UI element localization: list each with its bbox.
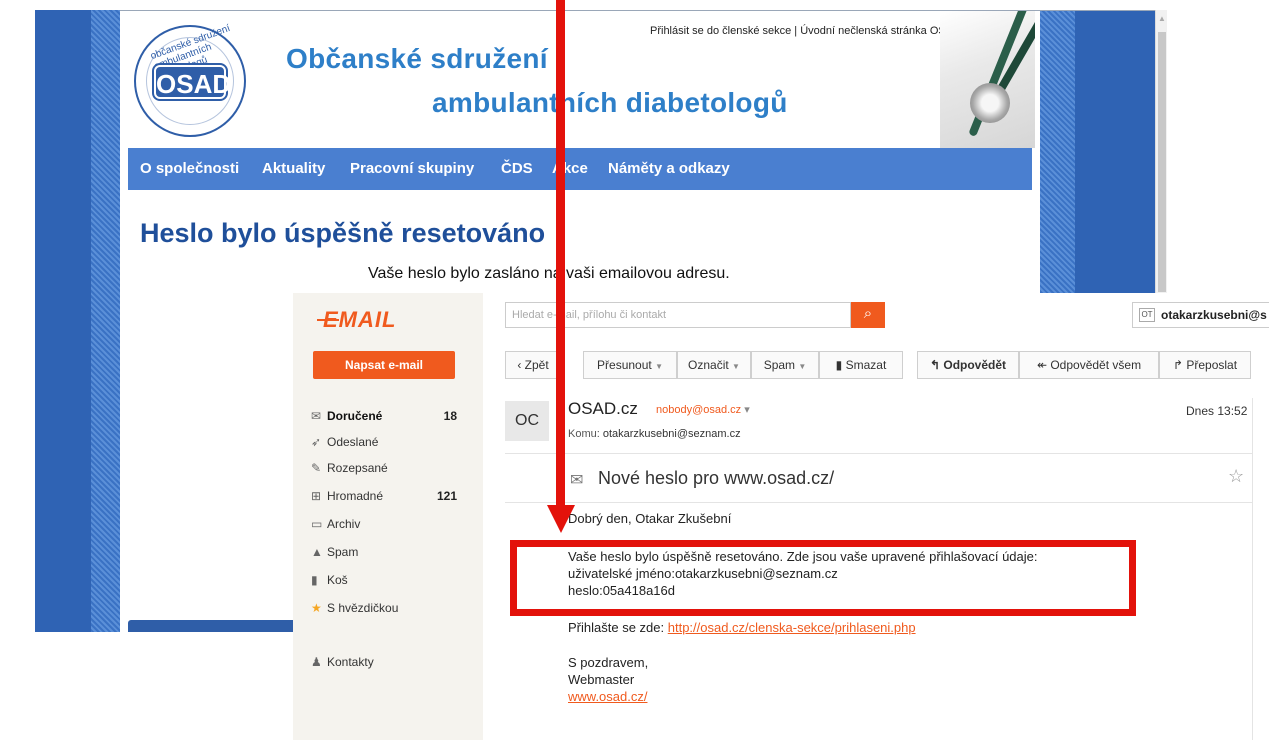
nav-item-namety-a-odkazy[interactable]: Náměty a odkazy xyxy=(608,160,730,177)
login-link[interactable]: http://osad.cz/clenska-sekce/prihlaseni.… xyxy=(668,620,916,635)
archive-icon: ▭ xyxy=(311,517,323,531)
osad-logo[interactable]: občanské sdružení ambulantních diabetolo… xyxy=(134,23,246,137)
reply-all-button[interactable]: ↞ Odpovědět všem xyxy=(1019,351,1159,379)
site-title-line2: ambulantních diabetologů xyxy=(432,87,788,118)
nav-item-aktuality[interactable]: Aktuality xyxy=(262,160,325,177)
email-logo[interactable]: EMAIL xyxy=(316,307,396,333)
annotation-highlight-box xyxy=(510,540,1136,616)
site-title-line1: Občanské sdružení xyxy=(286,43,548,74)
message-signature: Webmaster xyxy=(568,672,635,687)
sidebar-item-contacts[interactable]: ♟ Kontakty xyxy=(311,655,471,675)
sender-email[interactable]: nobody@osad.cz ▾ xyxy=(656,403,750,416)
sent-icon: ➶ xyxy=(311,435,322,449)
sender-name[interactable]: OSAD.cz xyxy=(568,399,638,419)
back-button[interactable]: ‹ Zpět xyxy=(505,351,561,379)
divider xyxy=(505,453,1252,454)
website-link[interactable]: www.osad.cz/ xyxy=(568,689,647,704)
sidebar-item-archive[interactable]: ▭ Archiv xyxy=(311,517,471,537)
user-account-menu[interactable]: OT otakarzkusebni@s xyxy=(1132,302,1269,328)
nav-item-cds[interactable]: ČDS xyxy=(501,160,533,177)
chevron-down-icon: ▼ xyxy=(732,362,740,371)
sidebar-item-drafts[interactable]: ✎ Rozepsané xyxy=(311,461,471,481)
spam-button[interactable]: Spam ▼ xyxy=(751,351,819,379)
compose-button[interactable]: Napsat e-mail xyxy=(313,351,455,379)
reply-all-icon: ↞ xyxy=(1036,358,1047,372)
bulk-count: 121 xyxy=(436,489,457,503)
sender-avatar: OC xyxy=(505,401,549,441)
unread-count: 18 xyxy=(443,409,457,423)
envelope-icon: ✉ xyxy=(570,472,584,489)
message-closing: S pozdravem, xyxy=(568,655,649,670)
sidebar-item-sent[interactable]: ➶ Odeslané xyxy=(311,435,471,455)
sidebar-item-spam[interactable]: ▲ Spam xyxy=(311,545,471,565)
contacts-icon: ♟ xyxy=(311,655,322,669)
nav-item-o-spolecnosti[interactable]: O společnosti xyxy=(140,160,239,177)
reply-icon: ↰ xyxy=(929,358,941,372)
cart-icon: ⊞ xyxy=(311,489,322,503)
site-scrollbar[interactable]: ▲ xyxy=(1155,10,1167,295)
email-sidebar: EMAIL Napsat e-mail ✉ Doručené 18 ➶ Odesla… xyxy=(293,293,483,740)
forward-icon: ↱ xyxy=(1172,358,1183,372)
avatar: OT xyxy=(1139,308,1155,322)
site-header: občanské sdružení ambulantních diabetolo… xyxy=(120,11,1035,148)
trash-icon: ▮ xyxy=(311,573,318,587)
site-nav: O společnosti Aktuality Pracovní skupiny… xyxy=(128,148,1032,190)
mark-button[interactable]: Označit ▼ xyxy=(677,351,751,379)
scroll-up-icon[interactable]: ▲ xyxy=(1158,14,1166,23)
logo-mark: OSAD xyxy=(154,65,231,99)
site-bottom-bar xyxy=(128,620,298,632)
drafts-icon: ✎ xyxy=(311,461,322,475)
reset-message: Vaše heslo bylo zasláno na vaši emailovo… xyxy=(368,265,730,282)
message-date: Dnes 13:52 xyxy=(1186,404,1248,418)
message-greeting: Dobrý den, Otakar Zkušební xyxy=(568,511,732,526)
sidebar-item-trash[interactable]: ▮ Koš xyxy=(311,573,471,593)
annotation-arrow xyxy=(556,0,565,510)
star-icon: ★ xyxy=(311,601,322,615)
search-icon: ⌕ xyxy=(863,305,873,322)
annotation-arrow-head xyxy=(547,505,575,533)
chevron-down-icon: ▾ xyxy=(744,404,750,416)
page-title: Heslo bylo úspěšně resetováno xyxy=(140,218,546,248)
forward-button[interactable]: ↱ Přeposlat xyxy=(1159,351,1251,379)
chevron-down-icon: ▼ xyxy=(798,362,807,371)
delete-button[interactable]: ▮ Smazat xyxy=(819,351,903,379)
divider xyxy=(505,502,1252,503)
recipient-email[interactable]: otakarzkusebni@seznam.cz xyxy=(603,428,741,440)
trash-icon: ▮ xyxy=(835,358,843,372)
star-icon[interactable]: ☆ xyxy=(1228,466,1244,487)
sidebar-item-starred[interactable]: ★ S hvězdičkou xyxy=(311,601,471,621)
search-placeholder: Hledat e-mail, přílohu či kontakt xyxy=(512,309,667,321)
inbox-icon: ✉ xyxy=(311,409,322,423)
scrollbar-thumb[interactable] xyxy=(1158,32,1166,292)
chevron-down-icon: ▼ xyxy=(655,362,663,371)
sidebar-item-bulk[interactable]: ⊞ Hromadné 121 xyxy=(311,489,471,509)
reply-button[interactable]: ↰ Odpovědět xyxy=(917,351,1019,379)
user-email: otakarzkusebni@s xyxy=(1161,308,1267,322)
warning-icon: ▲ xyxy=(311,545,323,559)
move-button[interactable]: Přesunout ▼ xyxy=(583,351,677,379)
site-top-links[interactable]: Přihlásit se do členské sekce | Úvodní n… xyxy=(650,25,975,37)
chevron-left-icon: ‹ xyxy=(517,358,522,372)
stethoscope-image xyxy=(940,11,1035,148)
recipient-line: Komu: otakarzkusebni@seznam.cz xyxy=(568,428,741,440)
site-side-pattern-left xyxy=(35,10,120,632)
message-subject: Nové heslo pro www.osad.cz/ xyxy=(598,468,835,488)
sidebar-item-inbox[interactable]: ✉ Doručené 18 xyxy=(311,409,471,429)
message-login-line: Přihlašte se zde: http://osad.cz/clenska… xyxy=(568,620,916,635)
message-pane-border xyxy=(1252,398,1253,740)
website-link-line: www.osad.cz/ xyxy=(568,689,647,704)
search-button[interactable]: ⌕ xyxy=(851,302,885,328)
nav-item-pracovni-skupiny[interactable]: Pracovní skupiny xyxy=(350,160,474,177)
